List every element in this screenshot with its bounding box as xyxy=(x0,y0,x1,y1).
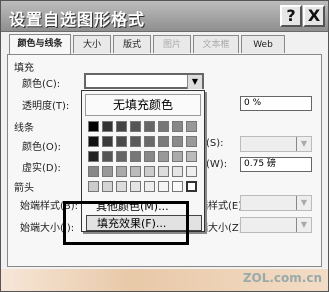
annotation-highlight-box xyxy=(63,201,189,245)
color-swatch[interactable] xyxy=(130,121,141,132)
color-swatch[interactable] xyxy=(116,151,127,162)
line-style-dropdown[interactable]: ▼ xyxy=(240,136,312,152)
color-swatch[interactable] xyxy=(130,136,141,147)
chevron-down-icon[interactable]: ▼ xyxy=(296,218,311,232)
tab-size[interactable]: 大小 xyxy=(73,35,111,53)
color-swatch[interactable] xyxy=(102,166,113,177)
close-button[interactable]: X xyxy=(303,5,325,27)
color-swatch[interactable] xyxy=(88,181,99,192)
dash-label: 虚实(D): xyxy=(22,163,61,174)
end-style-dropdown[interactable]: ▼ xyxy=(240,195,312,211)
end-size-dropdown[interactable]: ▼ xyxy=(240,217,312,233)
tab-web[interactable]: Web xyxy=(241,35,285,53)
color-swatch[interactable] xyxy=(172,121,183,132)
color-swatch[interactable] xyxy=(102,136,113,147)
color-swatch[interactable] xyxy=(144,136,155,147)
color-swatch[interactable] xyxy=(144,121,155,132)
chevron-down-icon[interactable]: ▼ xyxy=(296,196,311,210)
color-swatch[interactable] xyxy=(130,166,141,177)
watermark-logo: ZOL.com.cn xyxy=(242,271,322,285)
color-swatch[interactable] xyxy=(116,166,127,177)
tab-picture[interactable]: 图片 xyxy=(153,35,191,53)
arrows-section-label: 箭头 xyxy=(14,183,34,194)
title-bar: 设置自选图形格式 ? X xyxy=(1,1,328,32)
color-swatch[interactable] xyxy=(88,166,99,177)
chevron-down-icon[interactable]: ▼ xyxy=(296,137,311,151)
color-swatch[interactable] xyxy=(172,136,183,147)
color-swatch[interactable] xyxy=(158,151,169,162)
color-swatch[interactable] xyxy=(116,181,127,192)
color-swatch[interactable] xyxy=(186,181,197,192)
transparency-field[interactable]: 0 % xyxy=(240,96,312,111)
tab-layout[interactable]: 版式 xyxy=(113,35,151,53)
color-swatch[interactable] xyxy=(158,136,169,147)
color-swatch[interactable] xyxy=(116,136,127,147)
color-swatch[interactable] xyxy=(186,166,197,177)
color-swatch[interactable] xyxy=(88,136,99,147)
color-swatch[interactable] xyxy=(158,181,169,192)
color-swatch[interactable] xyxy=(88,121,99,132)
line-weight-label: (W): xyxy=(206,159,228,170)
color-swatch[interactable] xyxy=(88,151,99,162)
color-swatch[interactable] xyxy=(102,121,113,132)
color-swatch[interactable] xyxy=(172,166,183,177)
color-swatch[interactable] xyxy=(172,181,183,192)
color-swatch[interactable] xyxy=(144,151,155,162)
fill-color-dropdown[interactable]: ▼ xyxy=(84,73,204,89)
color-swatch[interactable] xyxy=(102,181,113,192)
color-swatch[interactable] xyxy=(172,151,183,162)
fill-section-label: 填充 xyxy=(14,63,34,74)
color-swatch[interactable] xyxy=(186,151,197,162)
color-swatch[interactable] xyxy=(130,181,141,192)
decorative-banner: ZOL.com.cn xyxy=(1,269,328,291)
color-swatch[interactable] xyxy=(102,151,113,162)
no-fill-button[interactable]: 无填充颜色 xyxy=(85,94,201,116)
color-swatch[interactable] xyxy=(144,166,155,177)
transparency-label: 透明度(T): xyxy=(22,101,70,112)
color-swatch[interactable] xyxy=(144,181,155,192)
fill-color-label: 颜色(C): xyxy=(22,79,61,90)
line-section-label: 线条 xyxy=(14,123,34,134)
line-style-label: (S): xyxy=(206,138,224,149)
color-swatch[interactable] xyxy=(186,136,197,147)
color-swatch[interactable] xyxy=(130,151,141,162)
help-button[interactable]: ? xyxy=(280,5,302,27)
dialog-title: 设置自选图形格式 xyxy=(9,10,146,29)
color-swatch[interactable] xyxy=(116,121,127,132)
line-weight-field[interactable]: 0.75 磅 xyxy=(240,157,312,172)
color-swatch[interactable] xyxy=(158,121,169,132)
color-swatch[interactable] xyxy=(186,121,197,132)
tab-textbox[interactable]: 文本框 xyxy=(193,35,239,53)
chevron-down-icon[interactable]: ▼ xyxy=(187,75,202,89)
color-swatch[interactable] xyxy=(158,166,169,177)
tab-colors-lines[interactable]: 颜色与线条 xyxy=(9,34,71,54)
line-color-label: 颜色(O): xyxy=(22,142,62,153)
format-autoshape-dialog: 设置自选图形格式 ? X 颜色与线条 大小 版式 图片 文本框 Web 填充 颜… xyxy=(0,0,329,292)
